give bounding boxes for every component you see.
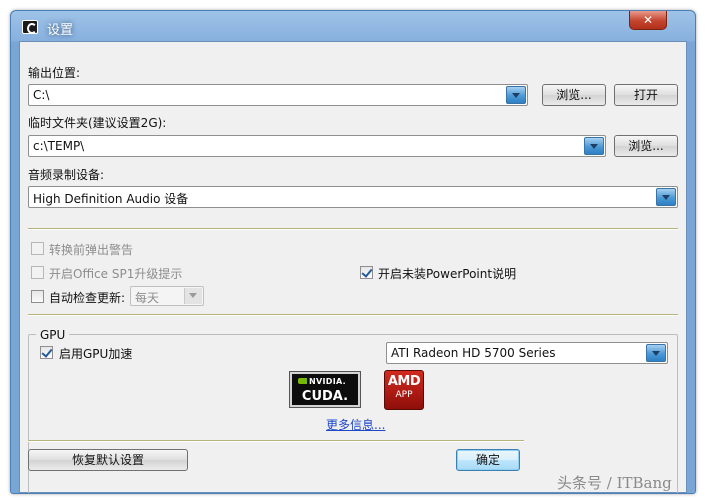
output-open-button[interactable]: 打开: [614, 84, 678, 106]
window-title: 设置: [47, 23, 74, 38]
watermark-text: 头条号 / ITBang: [557, 474, 672, 492]
audio-device-combo[interactable]: High Definition Audio 设备: [28, 186, 678, 208]
divider: [28, 440, 524, 442]
powerpoint-notice-checkbox[interactable]: [360, 266, 373, 279]
chevron-down-icon[interactable]: [184, 288, 202, 304]
gpu-accel-label: 启用GPU加速: [59, 347, 133, 361]
ok-button[interactable]: 确定: [456, 449, 520, 471]
reset-defaults-button[interactable]: 恢复默认设置: [28, 449, 188, 471]
temp-folder-combo[interactable]: c:\TEMP\: [28, 135, 606, 157]
dialog-body: 输出位置: C:\ 浏览... 打开 临时文件夹(建议设置2G): c:\TEM…: [19, 41, 687, 493]
warn-before-convert-checkbox[interactable]: [31, 242, 44, 255]
output-browse-button[interactable]: 浏览...: [542, 84, 606, 106]
amd-brand-text: AMD: [387, 374, 421, 389]
chevron-down-icon[interactable]: [646, 344, 666, 362]
temp-folder-value: c:\TEMP\: [33, 139, 85, 153]
warn-before-convert-label: 转换前弹出警告: [49, 243, 134, 257]
chevron-down-icon[interactable]: [656, 188, 676, 206]
divider: [28, 314, 678, 316]
chevron-down-icon[interactable]: [506, 86, 526, 104]
close-button[interactable]: ✕: [629, 11, 667, 30]
audio-device-label: 音频录制设备:: [28, 168, 105, 182]
office-sp1-checkbox[interactable]: [31, 266, 44, 279]
amd-app-logo: AMD APP: [384, 370, 424, 410]
nvidia-brand-text: NVIDIA.: [298, 377, 346, 386]
gpu-group-title: GPU: [36, 328, 70, 342]
auto-update-checkbox[interactable]: [31, 290, 44, 303]
divider: [28, 228, 678, 230]
title-bar[interactable]: 设置 ✕: [11, 11, 695, 41]
output-location-value: C:\: [33, 88, 50, 102]
settings-dialog: 设置 ✕ 输出位置: C:\ 浏览... 打开 临时文件夹(建议设置2G): c…: [10, 10, 696, 494]
more-info-link[interactable]: 更多信息...: [326, 416, 385, 433]
app-icon: [22, 20, 38, 34]
amd-app-text: APP: [395, 390, 413, 400]
temp-folder-label: 临时文件夹(建议设置2G):: [28, 116, 167, 130]
temp-browse-button[interactable]: 浏览...: [614, 135, 678, 157]
cuda-text: CUDA.: [301, 389, 349, 404]
update-frequency-value: 每天: [135, 291, 160, 305]
office-sp1-label: 开启Office SP1升级提示: [49, 267, 183, 281]
powerpoint-notice-label: 开启未装PowerPoint说明: [378, 267, 517, 281]
audio-device-value: High Definition Audio 设备: [33, 192, 189, 206]
gpu-device-value: ATI Radeon HD 5700 Series: [391, 346, 556, 360]
gpu-accel-checkbox[interactable]: [40, 346, 53, 359]
gpu-device-combo[interactable]: ATI Radeon HD 5700 Series: [386, 342, 668, 364]
auto-update-label: 自动检查更新:: [49, 291, 126, 305]
chevron-down-icon[interactable]: [584, 137, 604, 155]
update-frequency-select[interactable]: 每天: [130, 286, 204, 306]
output-location-label: 输出位置:: [28, 66, 81, 80]
nvidia-cuda-logo: NVIDIA. CUDA.: [289, 371, 361, 408]
output-location-combo[interactable]: C:\: [28, 84, 528, 106]
